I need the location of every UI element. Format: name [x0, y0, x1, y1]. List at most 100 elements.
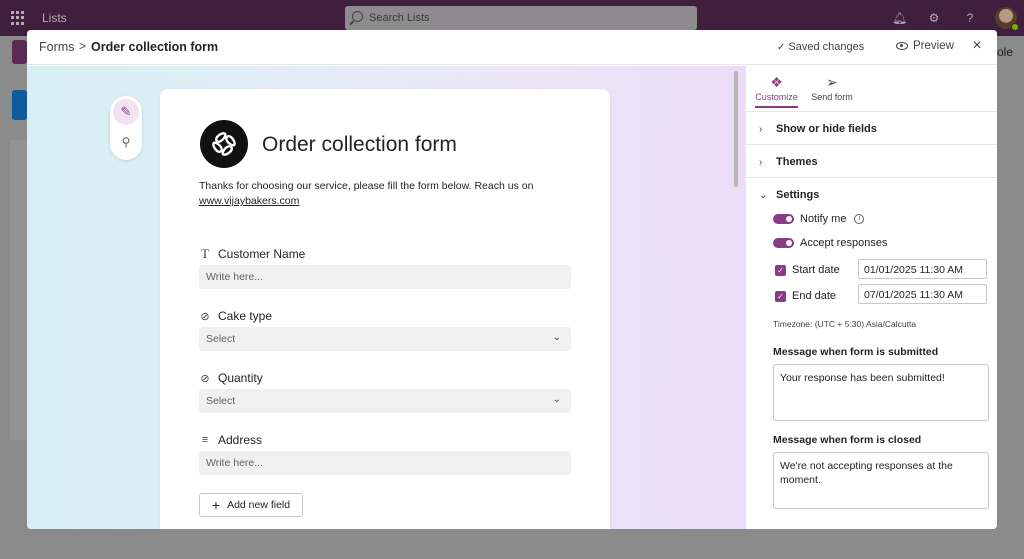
preview-label: Preview	[913, 40, 954, 52]
avatar[interactable]	[995, 7, 1019, 31]
add-new-field-button[interactable]: + Add new field	[199, 493, 303, 517]
chevron-down-icon: ⌄	[552, 332, 561, 343]
start-date-row: ✓ Start date	[775, 264, 862, 276]
select-placeholder: Select	[206, 333, 236, 345]
active-tab-indicator	[755, 106, 798, 108]
section-title: Show or hide fields	[776, 123, 877, 135]
search-icon	[352, 11, 363, 22]
chevron-down-icon: ⌄	[759, 189, 768, 201]
address-input[interactable]: Write here...	[199, 451, 571, 475]
section-title: Settings	[776, 189, 820, 201]
chevron-right-icon: ›	[759, 123, 763, 135]
close-button[interactable]: ×	[969, 38, 985, 54]
start-date-input[interactable]: 01/01/2025 11:30 AM	[858, 259, 987, 279]
add-new-field-label: Add new field	[227, 499, 291, 511]
chevron-right-icon: ›	[759, 156, 763, 168]
choice-icon: ⊘	[200, 372, 210, 385]
chevron-down-icon: ⌄	[552, 394, 561, 405]
customize-panel: ❖ Customize ➢ Send form › Show or hide f…	[745, 66, 997, 529]
form-description-text: Thanks for choosing our service, please …	[199, 180, 534, 192]
form-description-link[interactable]: www.vijaybakers.com	[199, 194, 579, 209]
saved-status-text: Saved changes	[788, 41, 865, 53]
accept-responses-toggle[interactable]	[773, 238, 794, 248]
end-date-label: End date	[792, 290, 837, 302]
eye-icon	[896, 42, 908, 50]
select-placeholder: Select	[206, 395, 236, 407]
accept-responses-row: Accept responses	[773, 237, 887, 249]
bell-icon[interactable]: 🔔︎	[892, 11, 907, 25]
accept-responses-label: Accept responses	[800, 237, 888, 249]
start-date-label: Start date	[792, 264, 840, 276]
divider	[746, 177, 997, 178]
section-show-hide-fields[interactable]: › Show or hide fields	[759, 123, 877, 135]
section-themes[interactable]: › Themes	[759, 156, 818, 168]
form-description[interactable]: Thanks for choosing our service, please …	[199, 179, 579, 209]
breadcrumb-current: Order collection form	[91, 40, 219, 54]
editor-toolbar: ✎ ⚲	[110, 96, 142, 160]
customer-name-input[interactable]: Write here...	[199, 265, 571, 289]
help-icon[interactable]: ?	[963, 11, 977, 25]
field-label-text: Address	[218, 433, 263, 447]
search-box[interactable]: Search Lists	[345, 6, 697, 30]
field-cake-type-label[interactable]: ⊘ Cake type	[199, 309, 272, 323]
customize-icon: ❖	[770, 74, 783, 90]
field-customer-name-label[interactable]: T Customer Name	[199, 246, 305, 262]
bg-share-text: ole	[997, 45, 1014, 59]
closed-message-textarea[interactable]: We're not accepting responses at the mom…	[773, 452, 989, 509]
bg-list-icon	[12, 90, 27, 120]
form-editor-modal: Forms > Order collection form ✓ Saved cha…	[27, 30, 997, 529]
submitted-message-textarea[interactable]: Your response has been submitted!	[773, 364, 989, 421]
tab-customize[interactable]: ❖ Customize	[755, 72, 798, 102]
form-card: Order collection form Thanks for choosin…	[160, 89, 610, 529]
section-settings[interactable]: ⌄ Settings	[759, 189, 819, 201]
section-title: Themes	[776, 156, 818, 168]
notify-me-row: Notify me i	[773, 213, 865, 225]
field-quantity-label[interactable]: ⊘ Quantity	[199, 371, 263, 385]
field-label-text: Customer Name	[218, 247, 306, 261]
field-label-text: Cake type	[218, 309, 273, 323]
choice-icon: ⊘	[200, 310, 210, 323]
form-title[interactable]: Order collection form	[262, 133, 457, 157]
canvas-scrollbar[interactable]	[734, 71, 738, 187]
quantity-select[interactable]: Select ⌄	[199, 389, 571, 413]
divider	[746, 144, 997, 145]
plus-icon: +	[211, 497, 221, 513]
end-date-row: ✓ End date	[775, 290, 862, 302]
timezone-text: Timezone: (UTC + 5:30) Asia/Calcutta	[773, 319, 917, 329]
notify-me-toggle[interactable]	[773, 214, 794, 224]
start-date-checkbox[interactable]: ✓	[775, 264, 786, 276]
logo-knot-icon	[212, 132, 236, 156]
presence-indicator	[1011, 23, 1019, 31]
form-canvas: ✎ ⚲ Order collection form Thanks for cho…	[27, 66, 745, 529]
divider	[746, 111, 997, 112]
closed-message-label: Message when form is closed	[773, 434, 922, 446]
check-icon: ✓	[777, 42, 786, 53]
field-label-text: Quantity	[218, 371, 263, 385]
notify-me-label: Notify me	[800, 213, 847, 225]
multiline-icon: ≡	[201, 434, 209, 446]
cake-type-select[interactable]: Select ⌄	[199, 327, 571, 351]
app-launcher-icon[interactable]	[11, 11, 25, 25]
pencil-icon[interactable]: ✎	[113, 99, 139, 125]
text-icon: T	[201, 246, 209, 261]
info-icon[interactable]: i	[854, 214, 865, 224]
bg-new-button	[12, 40, 27, 64]
app-title[interactable]: Lists	[42, 11, 67, 25]
preview-button[interactable]: Preview	[896, 40, 954, 52]
end-date-checkbox[interactable]: ✓	[775, 290, 786, 302]
tab-customize-label: Customize	[755, 92, 798, 102]
bg-list-area	[10, 140, 27, 440]
breadcrumb-forms[interactable]: Forms	[39, 40, 74, 54]
end-date-input[interactable]: 07/01/2025 11:30 AM	[858, 284, 987, 304]
send-icon: ➢	[826, 74, 838, 90]
field-address-label[interactable]: ≡ Address	[199, 433, 262, 447]
tab-send-form-label: Send form	[811, 92, 853, 102]
branching-icon[interactable]: ⚲	[118, 134, 134, 150]
chevron-right-icon: >	[79, 39, 87, 53]
search-placeholder: Search Lists	[369, 12, 430, 24]
gear-icon[interactable]: ⚙	[927, 11, 941, 25]
submitted-message-label: Message when form is submitted	[773, 346, 939, 358]
saved-status: ✓ Saved changes	[777, 41, 864, 53]
tab-send-form[interactable]: ➢ Send form	[809, 72, 855, 102]
brand-logo[interactable]	[200, 120, 248, 168]
